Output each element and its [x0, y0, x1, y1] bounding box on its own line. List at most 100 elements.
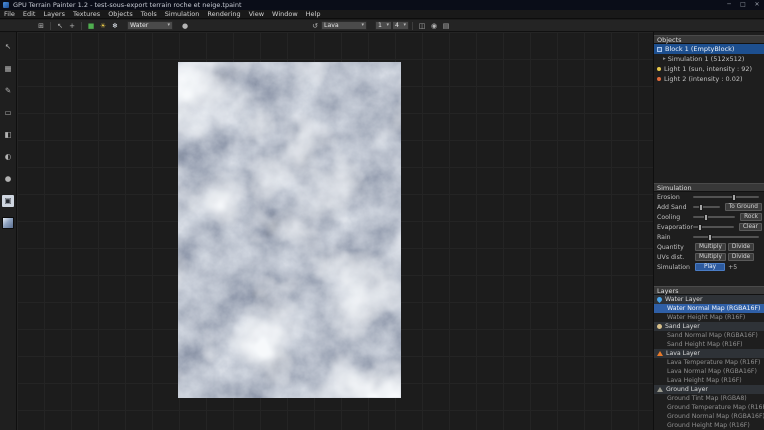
menu-layers[interactable]: Layers [39, 10, 69, 19]
chevron-down-icon: ▾ [358, 22, 364, 29]
grid-icon[interactable]: ▤ [440, 21, 452, 31]
layout-icon[interactable]: ⊞ [35, 21, 47, 31]
smudge-tool[interactable]: ◐ [2, 151, 14, 163]
layers-panel: Layers Water Layer Water Normal Map (RGB… [654, 286, 764, 430]
maximize-button[interactable]: □ [736, 0, 750, 10]
menu-view[interactable]: View [245, 10, 268, 19]
layer-sand-group[interactable]: Sand Layer [654, 322, 764, 331]
water-mode-select[interactable]: Water ▾ [127, 21, 173, 30]
cooling-slider[interactable] [693, 216, 735, 218]
pan-icon[interactable]: + [66, 21, 78, 31]
layer-sand-normal-map[interactable]: Sand Normal Map (RGBA16F) [654, 331, 764, 340]
terrain-texture[interactable] [178, 62, 401, 398]
object-light2[interactable]: Light 2 (intensity : 0.02) [654, 74, 764, 84]
objects-header: Objects [654, 35, 764, 44]
menu-tools[interactable]: Tools [137, 10, 161, 19]
stamp-tool[interactable]: ▣ [2, 195, 14, 207]
simulation-header: Simulation [654, 183, 764, 192]
rotate-icon[interactable]: ↺ [309, 21, 321, 31]
main-toolbar: ⊞ ↖ + ■ ☀ ❄ Water ▾ ● ↺ Lava ▾ 1 ▾ 4 ▾ ◫ [0, 20, 764, 32]
uvs-multiply-button[interactable]: Multiply [695, 253, 726, 261]
menu-edit[interactable]: Edit [19, 10, 40, 19]
quantity-divide-button[interactable]: Divide [728, 243, 754, 251]
object-simulation[interactable]: ▸ Simulation 1 (512x512) [654, 54, 764, 64]
layer-lava-group[interactable]: Lava Layer [654, 349, 764, 358]
quantity-multiply-button[interactable]: Multiply [695, 243, 726, 251]
eraser-tool[interactable]: ▭ [2, 107, 14, 119]
title-bar: GPU Terrain Painter 1.2 - test-sous-expo… [0, 0, 764, 10]
app-window: GPU Terrain Painter 1.2 - test-sous-expo… [0, 0, 764, 430]
render-icon[interactable]: ◉ [428, 21, 440, 31]
object-light1[interactable]: Light 1 (sun, intensity : 92) [654, 64, 764, 74]
chevron-down-icon: ▾ [400, 22, 406, 29]
add-sand-slider[interactable] [693, 206, 720, 208]
dodge-tool[interactable]: ● [2, 173, 14, 185]
menu-objects[interactable]: Objects [104, 10, 137, 19]
layer-water-height-map[interactable]: Water Height Map (R16F) [654, 313, 764, 322]
objects-panel: Objects Block 1 (EmptyBlock) ▸ Simulatio… [654, 35, 764, 84]
menu-textures[interactable]: Textures [69, 10, 104, 19]
menu-file[interactable]: File [0, 10, 19, 19]
layer-lava-normal-map[interactable]: Lava Normal Map (RGBA16F) [654, 367, 764, 376]
to-ground-button[interactable]: To Ground [725, 203, 762, 211]
brush-tool[interactable]: ✎ [2, 85, 14, 97]
sun-icon[interactable]: ☀ [97, 21, 109, 31]
play-button[interactable]: Play [695, 263, 725, 271]
mountain-icon [657, 387, 663, 392]
app-icon [3, 2, 9, 8]
menu-help[interactable]: Help [302, 10, 325, 19]
expander-icon[interactable]: ▸ [663, 54, 666, 64]
mirror-icon[interactable]: ◫ [416, 21, 428, 31]
param1-select[interactable]: 1 ▾ [375, 21, 392, 30]
layer-water-normal-map[interactable]: Water Normal Map (RGBA16F) [654, 304, 764, 313]
erosion-label: Erosion [657, 194, 693, 201]
layer-water-group[interactable]: Water Layer [654, 295, 764, 304]
param2-select[interactable]: 4 ▾ [392, 21, 409, 30]
uvs-dist-label: UVs dist. [657, 254, 693, 261]
menu-simulation[interactable]: Simulation [161, 10, 204, 19]
fill-tool[interactable]: ◧ [2, 129, 14, 141]
chevron-down-icon: ▾ [383, 22, 389, 29]
menu-rendering[interactable]: Rendering [203, 10, 244, 19]
layer-ground-height-map[interactable]: Ground Height Map (R16F) [654, 421, 764, 430]
layer-lava-height-map[interactable]: Lava Height Map (R16F) [654, 376, 764, 385]
erosion-slider[interactable] [693, 196, 759, 198]
menu-window[interactable]: Window [268, 10, 302, 19]
select-tool[interactable]: ↖ [2, 41, 14, 53]
tool-strip: ↖ ▦ ✎ ▭ ◧ ◐ ● ▣ [0, 32, 17, 430]
add-sand-label: Add Sand [657, 204, 693, 211]
simulation-panel: Simulation Erosion Add Sand To Ground Co… [654, 183, 764, 272]
rain-label: Rain [657, 234, 693, 241]
menu-bar: File Edit Layers Textures Objects Tools … [0, 10, 764, 19]
layer-sand-height-map[interactable]: Sand Height Map (R16F) [654, 340, 764, 349]
select-icon[interactable]: ↖ [54, 21, 66, 31]
layer-ground-tint-map[interactable]: Ground Tint Map (RGBA8) [654, 394, 764, 403]
plus5-label[interactable]: +5 [728, 264, 737, 271]
layer-ground-normal-map[interactable]: Ground Normal Map (RGBA16F) [654, 412, 764, 421]
snowflake-icon[interactable]: ❄ [109, 21, 121, 31]
rain-slider[interactable] [693, 236, 759, 238]
layer-lava-temperature-map[interactable]: Lava Temperature Map (R16F) [654, 358, 764, 367]
viewport-canvas[interactable] [17, 32, 653, 430]
clear-button[interactable]: Clear [739, 223, 762, 231]
minimize-button[interactable]: ─ [722, 0, 736, 10]
object-block[interactable]: Block 1 (EmptyBlock) [654, 44, 764, 54]
right-panel: Objects Block 1 (EmptyBlock) ▸ Simulatio… [653, 32, 764, 430]
layer-ground-group[interactable]: Ground Layer [654, 385, 764, 394]
quantity-label: Quantity [657, 244, 693, 251]
window-title: GPU Terrain Painter 1.2 - test-sous-expo… [13, 1, 242, 9]
water-drop-icon [656, 296, 663, 303]
flame-icon [657, 351, 663, 356]
terrain-cube-icon[interactable]: ■ [85, 21, 97, 31]
lava-mode-select[interactable]: Lava ▾ [321, 21, 367, 30]
uvs-divide-button[interactable]: Divide [728, 253, 754, 261]
texture-swatch[interactable] [2, 217, 14, 229]
marquee-tool[interactable]: ▦ [2, 63, 14, 75]
point-light-icon [657, 77, 661, 81]
layers-header: Layers [654, 286, 764, 295]
layer-ground-temperature-map[interactable]: Ground Temperature Map (R16F) [654, 403, 764, 412]
close-button[interactable]: ✕ [750, 0, 764, 10]
rock-button[interactable]: Rock [740, 213, 762, 221]
brush-icon[interactable]: ● [179, 21, 191, 31]
evaporation-slider[interactable] [693, 226, 734, 228]
